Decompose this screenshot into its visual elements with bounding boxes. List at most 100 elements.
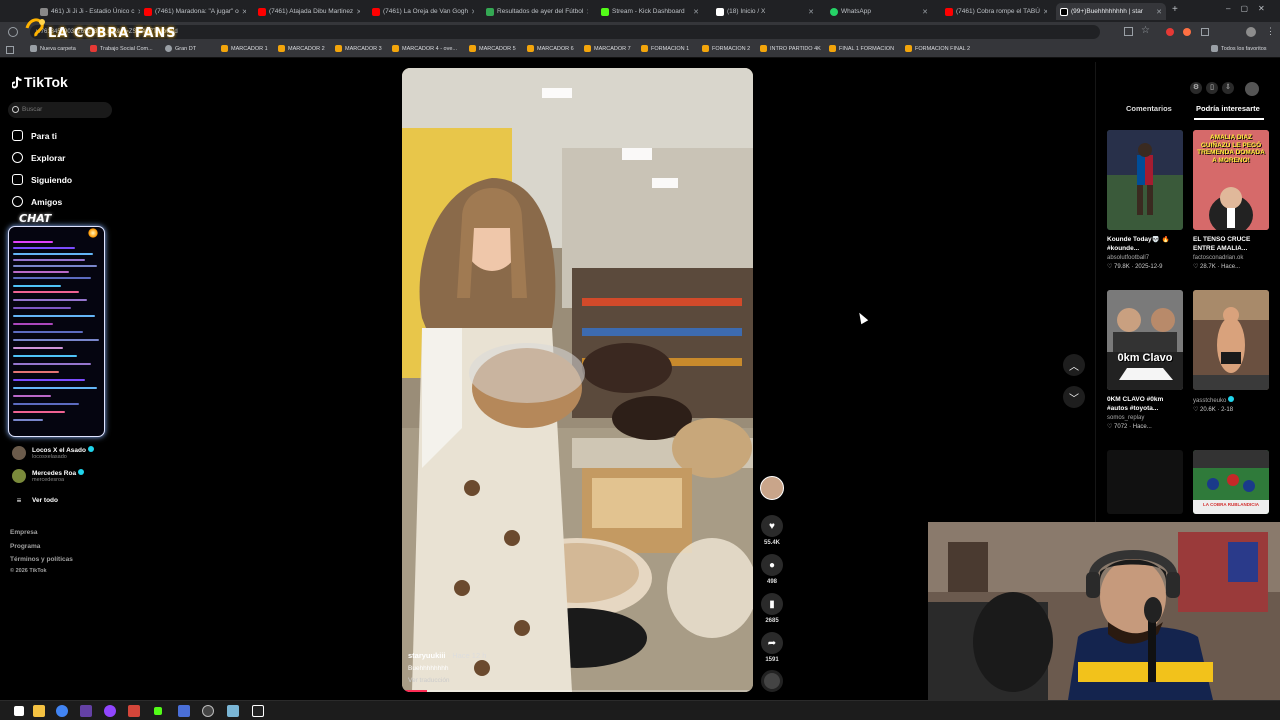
footer-link[interactable]: Empresa [10, 529, 37, 536]
reload-icon[interactable] [8, 27, 18, 37]
bookmark-item[interactable]: MARCADOR 3 [335, 45, 382, 52]
creator-avatar[interactable] [760, 476, 784, 500]
bookmark-item[interactable]: FORMACION FINAL 2 [905, 45, 970, 52]
mobile-icon[interactable]: ▯ [1206, 82, 1218, 94]
card-title: EL TENSO CRUCE ENTRE AMALIA... [1193, 236, 1251, 252]
save-button[interactable]: ▮ 2685 [760, 593, 784, 624]
app-icon[interactable] [104, 705, 116, 717]
bookmark-item[interactable]: Trabajo Social Com... [90, 45, 153, 52]
x-icon [716, 7, 724, 16]
star-icon[interactable]: ☆ [1141, 25, 1150, 36]
new-tab-icon[interactable]: + [1172, 4, 1178, 15]
apps-icon[interactable] [6, 46, 14, 54]
extension-icon[interactable] [1183, 28, 1191, 36]
video-thumbnail [1107, 130, 1183, 230]
bookmark-item[interactable]: MARCADOR 2 [278, 45, 325, 52]
app-icon[interactable] [80, 705, 92, 717]
tab-comments[interactable]: Comentarios [1126, 104, 1172, 113]
settings-icon[interactable]: ⚙ [1190, 82, 1202, 94]
video-author[interactable]: staryuukiii · Hace 12 h [408, 651, 486, 660]
browser-tab[interactable]: (7461) Atajada Dibu Martinez ✕ [254, 3, 360, 20]
next-video-button[interactable]: ﹀ [1063, 386, 1085, 408]
bookmark-item[interactable]: MARCADOR 6 [527, 45, 574, 52]
share-button[interactable]: ➦ 1591 [760, 632, 784, 663]
recommended-video-card[interactable]: Kounde Today💀 🔥 #kounde... absolutfootba… [1107, 130, 1183, 270]
windows-start-icon[interactable] [14, 706, 24, 716]
youtube-icon [258, 7, 266, 16]
menu-icon[interactable]: ⋮ [1266, 26, 1275, 37]
browser-tab[interactable]: (7461) La Oreja de Van Gogh✕ [368, 3, 474, 20]
following-account[interactable]: Mercedes Roa mercedesroa [12, 469, 85, 483]
bookmark-item[interactable]: MARCADOR 7 [584, 45, 631, 52]
download-icon[interactable]: ⇩ [1222, 82, 1234, 94]
close-icon[interactable]: ✕ [693, 8, 699, 16]
bookmark-item[interactable]: FORMACION 2 [702, 45, 750, 52]
browser-tab[interactable]: (7461) Cobra rompe el TABÚ ✕ [941, 3, 1047, 20]
music-disc[interactable] [760, 670, 784, 692]
bookmark-item[interactable]: FORMACION 1 [641, 45, 689, 52]
following-account[interactable]: Locos X el Asado locosxelasado [12, 446, 94, 460]
close-icon[interactable]: ✕ [1156, 8, 1162, 16]
app-icon[interactable] [252, 705, 264, 717]
recommended-video-card[interactable]: 0km Clavo 0KM CLAVO #0km #autos #toyota.… [1107, 290, 1183, 430]
extensions-puzzle-icon[interactable] [1201, 28, 1209, 36]
url-input[interactable]: v/7613454903326927357_r=1&_t=ZS-94Q7TSro… [30, 25, 1100, 39]
close-icon[interactable]: ✕ [808, 8, 814, 16]
recommended-video-card[interactable]: LA COBRA RUBLANDICIA [1193, 450, 1269, 514]
bookmark-item[interactable]: Gran DT [165, 45, 196, 52]
chrome-icon[interactable] [56, 705, 68, 717]
chat-line [13, 241, 53, 243]
bookmark-item[interactable]: MARCADOR 5 [469, 45, 516, 52]
browser-tab[interactable]: WhatsApp ✕ [826, 3, 932, 20]
recommended-video-card[interactable] [1107, 450, 1183, 514]
bookmark-item[interactable]: MARCADOR 4 - ove... [392, 45, 457, 52]
browser-tab-active[interactable]: (99+)Buehhhhhhhh | star ✕ [1056, 3, 1166, 20]
comment-button[interactable]: ● 498 [760, 554, 784, 585]
sidebar-item-explore[interactable]: Explorar [12, 152, 66, 163]
tab-you-may-like[interactable]: Podría interesarte [1196, 104, 1260, 113]
see-translation-link[interactable]: Ver traducción [408, 677, 486, 684]
video-player[interactable]: staryuukiii · Hace 12 h Buehhhhhhhh Ver … [402, 68, 753, 692]
file-explorer-icon[interactable] [33, 705, 45, 717]
sidebar-item-for-you[interactable]: Para ti [12, 130, 57, 141]
profile-avatar[interactable] [1245, 82, 1259, 96]
close-icon[interactable]: ✕ [471, 8, 474, 16]
bookmark-item[interactable]: Nueva carpeta [30, 45, 76, 52]
app-icon[interactable] [227, 705, 239, 717]
search-input[interactable]: Buscar [8, 102, 112, 118]
bookmark-item-all[interactable]: Todos los favoritos [1211, 45, 1267, 52]
see-all-link[interactable]: ≡ Ver todo [12, 496, 58, 505]
close-icon[interactable]: ✕ [922, 8, 928, 16]
footer-link[interactable]: Términos y políticas [10, 556, 73, 563]
extension-icon[interactable] [1166, 28, 1174, 36]
sidebar-item-following[interactable]: Siguiendo [12, 174, 72, 185]
browser-tab[interactable]: (18) Inicio / X ✕ [712, 3, 818, 20]
obs-icon[interactable] [202, 705, 214, 717]
chat-line [13, 403, 79, 405]
app-icon[interactable] [178, 705, 190, 717]
recommended-video-card[interactable]: yasstcheuko ♡ 20.6K · 2-18 [1193, 290, 1269, 413]
close-icon[interactable]: ✕ [356, 8, 360, 16]
close-icon[interactable]: ✕ [242, 8, 246, 16]
profile-avatar[interactable] [1246, 27, 1256, 37]
bookmark-item[interactable]: INTRO PARTIDO 4K [760, 45, 821, 52]
previous-video-button[interactable]: ︿ [1063, 354, 1085, 376]
browser-tab[interactable]: Resultados de ayer del Fútbol✕ [482, 3, 588, 20]
app-icon[interactable] [128, 705, 140, 717]
bookmark-item[interactable]: FINAL 1 FORMACION [829, 45, 894, 52]
tab-favicon [40, 7, 48, 16]
app-icon[interactable] [154, 707, 162, 715]
bookmark-item[interactable]: MARCADOR 1 [221, 45, 268, 52]
footer-link[interactable]: Programa [10, 543, 40, 550]
card-author-text: yasstcheuko [1193, 398, 1227, 404]
like-button[interactable]: ♥ 55.4K [760, 515, 784, 546]
install-icon[interactable] [1124, 27, 1133, 36]
close-icon[interactable]: ✕ [586, 8, 588, 16]
sidebar-item-friends[interactable]: Amigos [12, 196, 62, 207]
close-icon[interactable]: ✕ [1043, 8, 1047, 16]
tiktok-logo[interactable]: TikTok [12, 74, 68, 90]
browser-tab[interactable]: Stream - Kick Dashboard ✕ [597, 3, 703, 20]
video-progress-bar[interactable] [402, 690, 753, 692]
window-controls-icon[interactable]: –▢✕ [1226, 4, 1275, 13]
recommended-video-card[interactable]: AMALIA DIAZ GUIÑAZÚ LE PEGÓ TREMENDA DOM… [1193, 130, 1269, 270]
